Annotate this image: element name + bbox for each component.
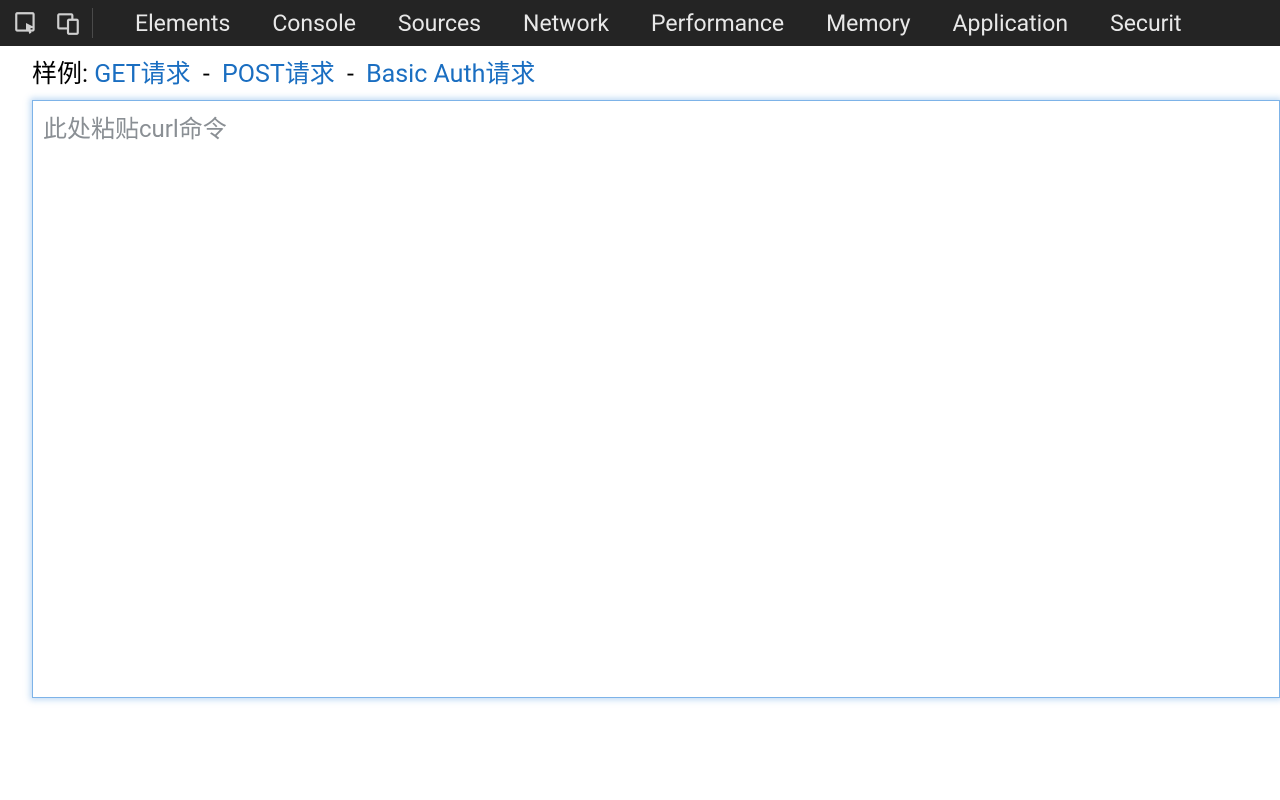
tab-application[interactable]: Application bbox=[953, 10, 1069, 37]
devtools-toolbar: Elements Console Sources Network Perform… bbox=[0, 0, 1280, 46]
tab-network[interactable]: Network bbox=[523, 10, 609, 37]
curl-input[interactable] bbox=[32, 100, 1280, 698]
example-link-get[interactable]: GET请求 bbox=[94, 60, 190, 89]
tab-sources[interactable]: Sources bbox=[398, 10, 481, 37]
example-link-basic-auth[interactable]: Basic Auth请求 bbox=[366, 60, 535, 89]
separator: - bbox=[197, 60, 216, 89]
tab-performance[interactable]: Performance bbox=[651, 10, 784, 37]
separator: - bbox=[341, 60, 360, 89]
tab-security[interactable]: Securit bbox=[1110, 10, 1181, 37]
tab-elements[interactable]: Elements bbox=[135, 10, 230, 37]
example-link-post[interactable]: POST请求 bbox=[222, 60, 335, 89]
examples-row: 样例: GET请求 - POST请求 - Basic Auth请求 bbox=[32, 56, 1280, 94]
tab-console[interactable]: Console bbox=[272, 10, 356, 37]
page-content: 样例: GET请求 - POST请求 - Basic Auth请求 bbox=[0, 46, 1280, 702]
devtools-tabs: Elements Console Sources Network Perform… bbox=[111, 10, 1182, 37]
toolbar-icon-group bbox=[8, 8, 93, 38]
inspect-element-icon[interactable] bbox=[12, 9, 40, 37]
examples-label: 样例: bbox=[32, 60, 88, 89]
tab-memory[interactable]: Memory bbox=[826, 10, 910, 37]
device-toggle-icon[interactable] bbox=[54, 9, 82, 37]
